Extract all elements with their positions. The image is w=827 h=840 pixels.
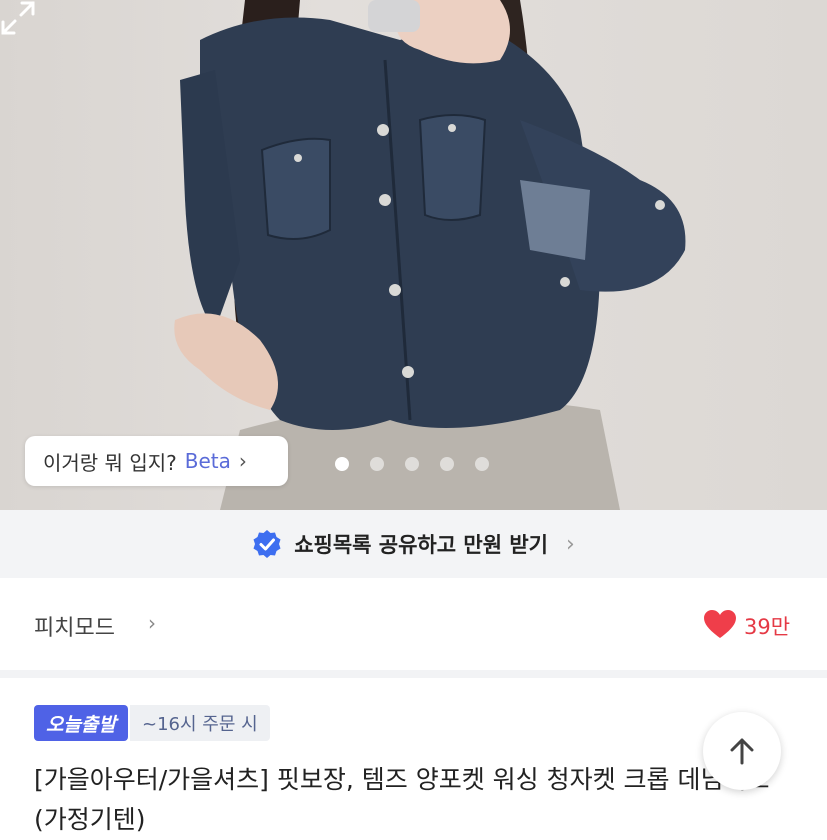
beta-tag: Beta [184,449,231,473]
order-cutoff-label: ~16시 주문 시 [130,705,270,741]
expand-icon[interactable] [0,0,36,36]
scroll-top-button[interactable] [703,712,781,790]
heart-icon[interactable] [703,609,737,639]
verified-check-icon [253,530,281,558]
carousel-dot[interactable] [440,457,454,471]
ask-outfit-label: 이거랑 뭐 입지? [43,450,177,475]
share-banner-label: 쇼핑목록 공유하고 만원 받기 [294,533,548,557]
carousel-dot[interactable] [405,457,419,471]
carousel-dot[interactable] [335,457,349,471]
like-count: 39만 [744,615,791,639]
chevron-right-icon[interactable]: › [148,611,156,635]
carousel-dot[interactable] [370,457,384,471]
ask-outfit-chip[interactable]: 이거랑 뭐 입지? Beta › [25,436,288,486]
brand-name[interactable]: 피치모드 [34,610,115,642]
product-photo [174,0,686,510]
brand-row: 피치모드 › 39만 [0,578,827,678]
today-shipping-badge: 오늘출발 [34,705,128,741]
product-image[interactable]: 이거랑 뭐 입지? Beta › [0,0,827,510]
carousel-indicator [335,457,489,471]
product-title: [가을아우터/가을셔츠] 핏보장, 템즈 양포켓 워싱 청자켓 크롭 데님셔츠 … [34,765,770,834]
chevron-right-icon: › [238,449,247,473]
arrow-up-icon [730,738,754,765]
carousel-dot[interactable] [475,457,489,471]
share-banner[interactable]: 쇼핑목록 공유하고 만원 받기 › [0,510,827,578]
chevron-right-icon: › [565,531,575,557]
